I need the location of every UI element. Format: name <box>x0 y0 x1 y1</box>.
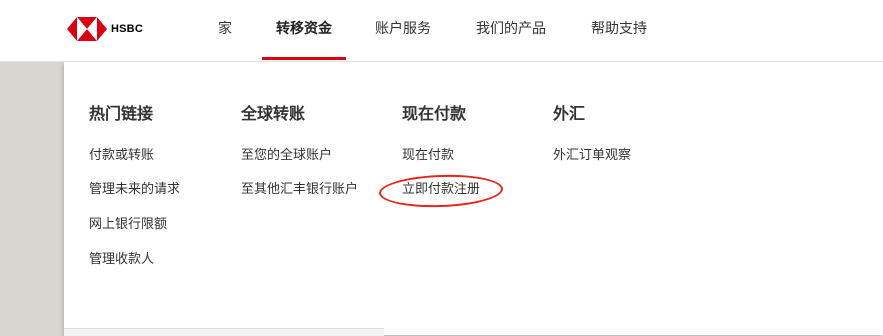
hsbc-hexagon-icon <box>67 17 107 41</box>
link-to-other-hsbc-accounts[interactable]: 至其他汇丰银行账户 <box>241 178 358 197</box>
hsbc-logo[interactable]: HSBC <box>67 17 143 41</box>
link-to-your-global-accounts[interactable]: 至您的全球账户 <box>241 144 332 163</box>
column-heading: 热门链接 <box>89 104 154 123</box>
link-pay-now-registration[interactable]: 立即付款注册 <box>402 178 480 197</box>
nav-item-our-products[interactable]: 我们的产品 <box>476 0 546 58</box>
link-online-banking-limits[interactable]: 网上银行限额 <box>89 213 167 232</box>
nav-item-account-services[interactable]: 账户服务 <box>375 0 431 58</box>
column-heading: 现在付款 <box>402 104 467 123</box>
nav-item-help-support[interactable]: 帮助支持 <box>591 0 647 58</box>
column-heading: 全球转账 <box>241 104 306 123</box>
active-tab-indicator <box>262 57 346 60</box>
column-heading: 外汇 <box>553 104 586 123</box>
nav-item-move-money[interactable]: 转移资金 <box>276 0 332 58</box>
move-money-dropdown-menu: 热门链接 付款或转账 管理未来的请求 网上银行限额 管理收款人 全球转账 至您的… <box>64 62 883 335</box>
link-manage-payees[interactable]: 管理收款人 <box>89 248 154 267</box>
brand-name: HSBC <box>111 23 143 35</box>
top-navigation-bar: HSBC 家 转移资金 账户服务 我们的产品 帮助支持 <box>0 0 883 62</box>
link-manage-future-requests[interactable]: 管理未来的请求 <box>89 178 180 197</box>
link-pay-now[interactable]: 现在付款 <box>402 144 454 163</box>
link-fx-order-watch[interactable]: 外汇订单观察 <box>553 144 631 163</box>
nav-item-home[interactable]: 家 <box>218 0 232 58</box>
link-pay-or-transfer[interactable]: 付款或转账 <box>89 144 154 163</box>
